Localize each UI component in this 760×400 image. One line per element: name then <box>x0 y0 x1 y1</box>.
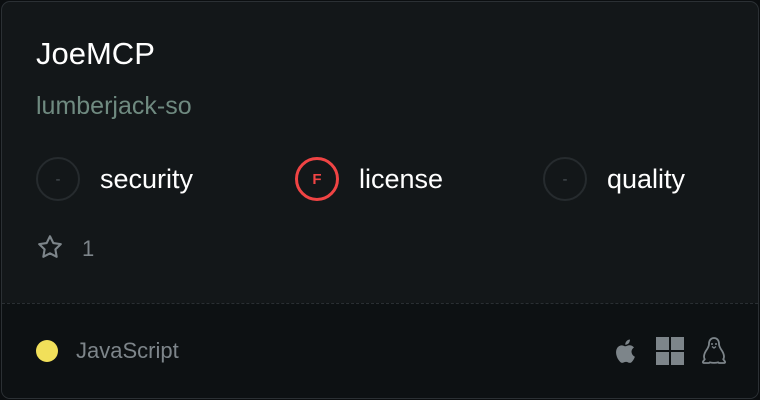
repo-owner[interactable]: lumberjack-so <box>36 88 192 124</box>
quality-label: quality <box>607 163 686 194</box>
security-grade-badge: - <box>36 157 80 201</box>
language-name: JavaScript <box>76 338 179 363</box>
license-grade-badge: F <box>295 157 339 201</box>
platform-list <box>598 336 728 366</box>
repo-card[interactable]: JoeMCP lumberjack-so - security F licens… <box>1 1 759 399</box>
windows-icon <box>656 337 684 365</box>
star-count: 1 <box>82 236 95 261</box>
license-label: license <box>359 163 444 194</box>
language: JavaScript <box>36 338 179 364</box>
linux-icon <box>700 336 728 366</box>
security-label: security <box>100 163 194 194</box>
star-outline-icon <box>36 233 64 266</box>
apple-icon <box>614 336 640 366</box>
repo-name[interactable]: JoeMCP <box>36 34 155 74</box>
language-color-dot <box>36 340 58 362</box>
metric-license: F license <box>295 155 443 203</box>
metric-security: - security <box>36 155 193 203</box>
metric-quality: - quality <box>543 155 685 203</box>
quality-grade-badge: - <box>543 157 587 201</box>
card-footer: JavaScript <box>2 303 758 398</box>
stars: 1 <box>36 234 94 264</box>
